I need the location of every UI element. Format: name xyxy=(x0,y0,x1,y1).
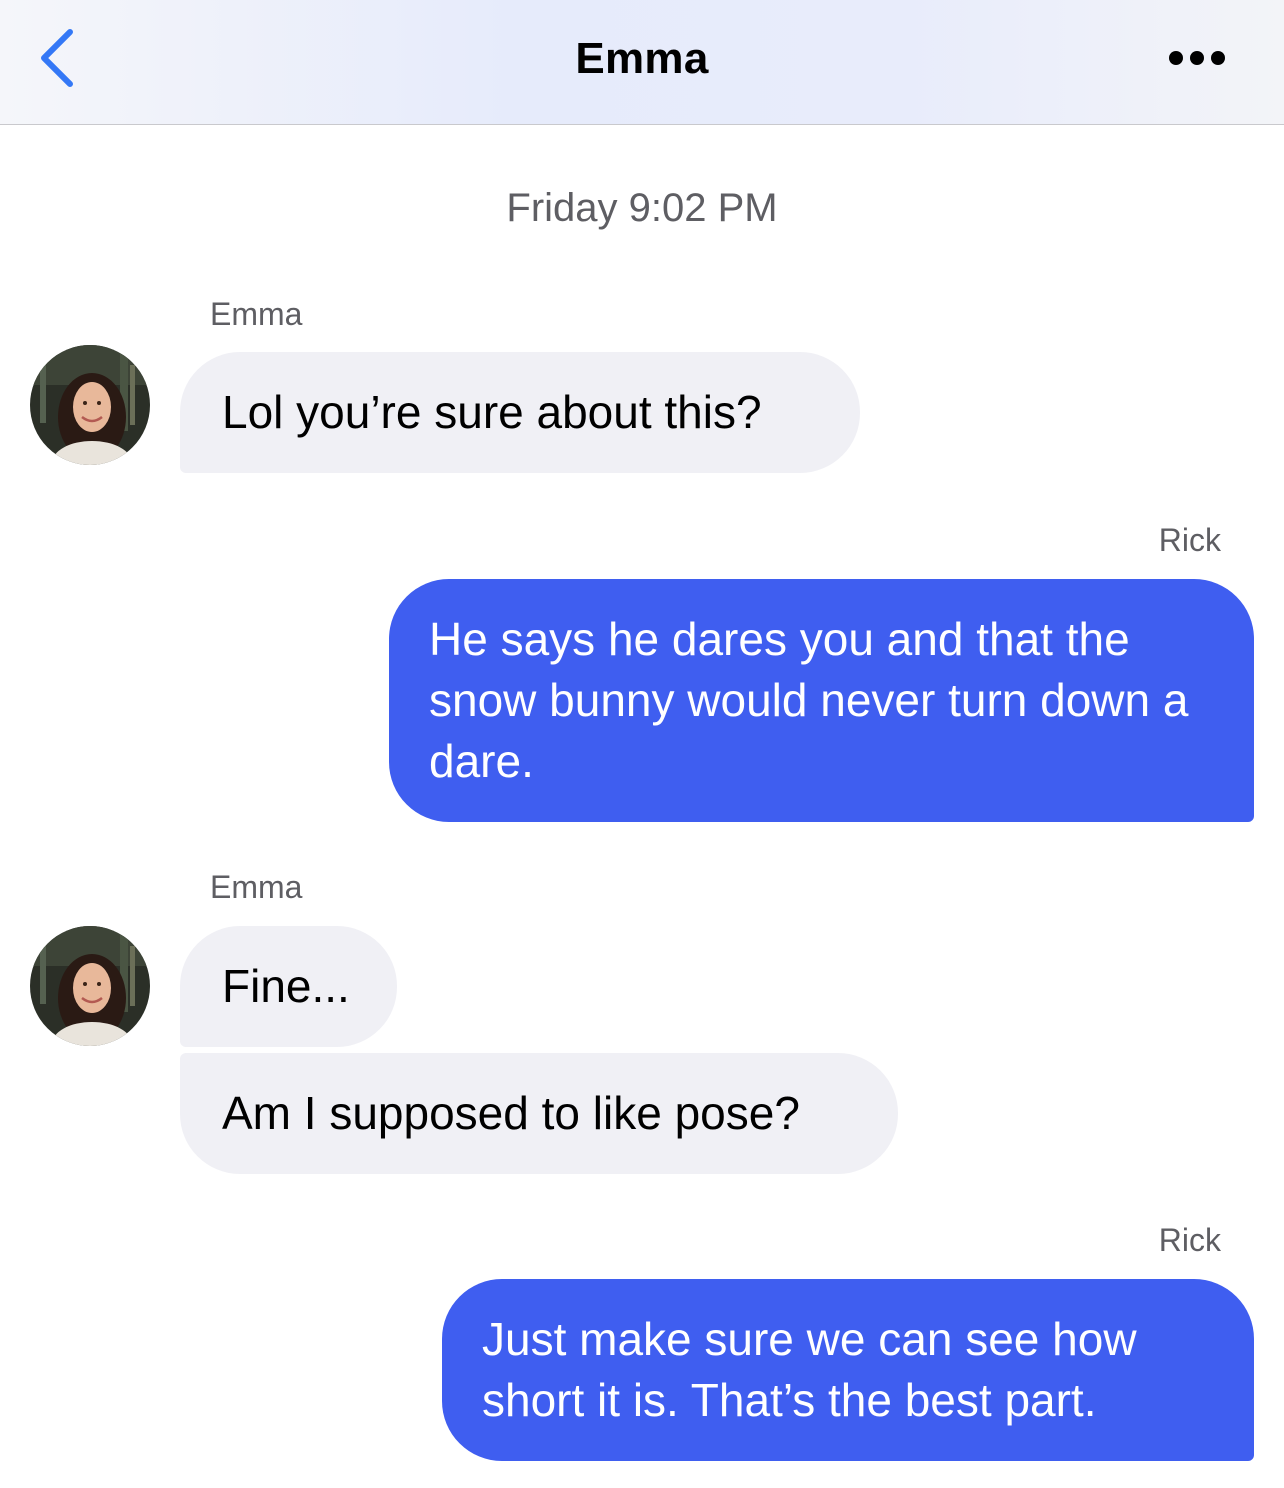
message-text: Just make sure we can see how short it i… xyxy=(482,1313,1137,1426)
avatar-photo-icon xyxy=(30,345,150,465)
message-bubble-incoming[interactable]: Am I supposed to like pose? xyxy=(180,1053,898,1174)
ellipsis-icon xyxy=(1169,51,1225,65)
message-text: Am I supposed to like pose? xyxy=(222,1087,800,1139)
message-bubble-incoming[interactable]: Fine... xyxy=(180,926,397,1047)
message-text: Lol you’re sure about this? xyxy=(222,386,762,438)
contact-name-title: Emma xyxy=(575,34,709,83)
sender-label: Rick xyxy=(1158,522,1221,558)
conversation-timestamp: Friday 9:02 PM xyxy=(506,186,778,230)
message-bubble-outgoing[interactable]: He says he dares you and that the snow b… xyxy=(389,579,1254,822)
sender-label: Rick xyxy=(1158,1222,1221,1258)
message-text: He says he dares you and that the snow b… xyxy=(429,613,1189,787)
more-options-button[interactable] xyxy=(1160,40,1236,76)
conversation-header: Emma xyxy=(0,0,1284,125)
sender-label: Emma xyxy=(210,869,303,905)
message-text: Fine... xyxy=(222,960,350,1012)
contact-avatar[interactable] xyxy=(30,345,150,465)
avatar-photo-icon xyxy=(30,926,150,1046)
message-bubble-outgoing[interactable]: Just make sure we can see how short it i… xyxy=(442,1279,1254,1461)
message-bubble-incoming[interactable]: Lol you’re sure about this? xyxy=(180,352,860,473)
sender-label: Emma xyxy=(210,296,303,332)
contact-avatar[interactable] xyxy=(30,926,150,1046)
